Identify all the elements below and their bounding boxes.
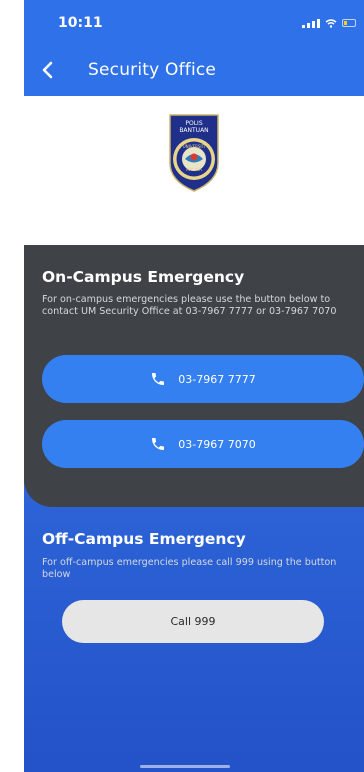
wifi-icon bbox=[325, 18, 337, 28]
logo-top-text: POLIS bbox=[185, 120, 202, 127]
on-campus-card: On-Campus Emergency For on-campus emerge… bbox=[24, 245, 364, 507]
off-campus-description: For off-campus emergencies please call 9… bbox=[42, 557, 337, 580]
phone-icon bbox=[152, 438, 165, 450]
polis-bantuan-logo: POLIS BANTUAN MALAYA UNIVERSITI bbox=[165, 113, 223, 193]
back-chevron-icon[interactable] bbox=[38, 60, 58, 80]
status-bar: 10:11 bbox=[24, 0, 364, 44]
emergency-panel: On-Campus Emergency For on-campus emerge… bbox=[24, 245, 364, 772]
page-title: Security Office bbox=[88, 60, 217, 80]
svg-text:MALAYA: MALAYA bbox=[186, 167, 202, 172]
battery-icon bbox=[342, 19, 356, 27]
phone-screen: 10:11 Security Office POLIS BANTUAN MALA… bbox=[0, 0, 364, 772]
call-7777-label: 03-7967 7777 bbox=[178, 372, 256, 386]
svg-text:BANTUAN: BANTUAN bbox=[179, 127, 208, 134]
call-7777-button[interactable]: 03-7967 7777 bbox=[42, 355, 364, 403]
off-campus-title: Off-Campus Emergency bbox=[42, 530, 246, 548]
app-header: 10:11 Security Office bbox=[24, 0, 364, 96]
signal-icon bbox=[302, 18, 320, 28]
on-campus-title: On-Campus Emergency bbox=[42, 268, 245, 286]
call-999-button[interactable]: Call 999 bbox=[62, 600, 324, 643]
status-icons bbox=[302, 18, 356, 28]
nav-bar: Security Office bbox=[24, 52, 364, 88]
on-campus-description: For on-campus emergencies please use the… bbox=[42, 294, 337, 317]
phone-icon bbox=[152, 373, 165, 385]
svg-text:UNIVERSITI: UNIVERSITI bbox=[183, 144, 205, 149]
status-time: 10:11 bbox=[58, 15, 103, 31]
home-indicator bbox=[140, 765, 230, 768]
call-7070-button[interactable]: 03-7967 7070 bbox=[42, 420, 364, 468]
call-7070-label: 03-7967 7070 bbox=[178, 437, 256, 451]
